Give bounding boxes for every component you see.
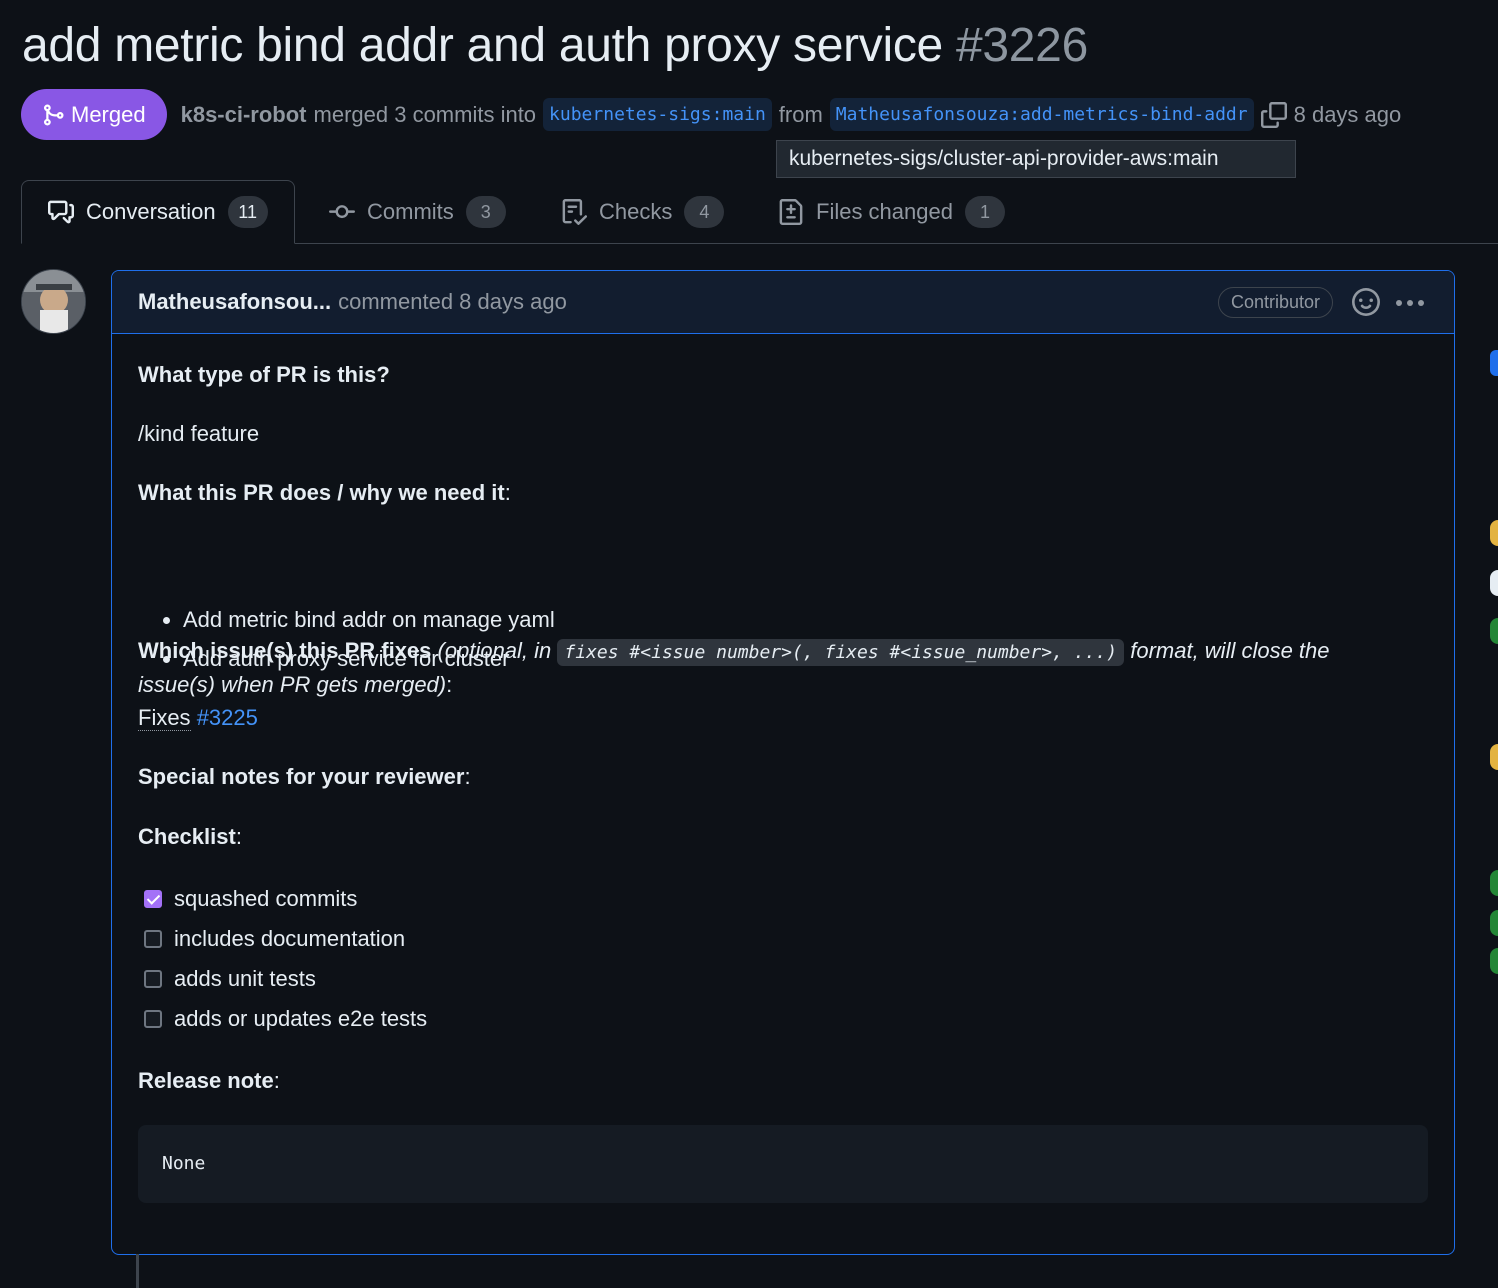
task-item: adds unit tests bbox=[144, 962, 316, 996]
pr-tabs: Conversation 11 Commits 3 Checks 4 Files… bbox=[21, 180, 1498, 244]
merge-description: merged 3 commits into bbox=[313, 101, 537, 127]
base-branch[interactable]: kubernetes-sigs:main bbox=[543, 98, 772, 131]
comment-header: Matheusafonsou... commented 8 days ago C… bbox=[112, 271, 1454, 334]
sidebar-edge-label bbox=[1490, 948, 1498, 974]
tab-checks-label: Checks bbox=[599, 199, 673, 224]
merge-time: 8 days ago bbox=[1293, 101, 1402, 127]
fixes-note-b: format, will close the bbox=[1130, 638, 1330, 663]
kind-text: /kind feature bbox=[138, 421, 260, 446]
tab-commits-label: Commits bbox=[367, 199, 454, 224]
tab-files-changed-count: 1 bbox=[964, 196, 1005, 228]
heading-notes-text: Special notes for your reviewer bbox=[138, 764, 465, 789]
git-merge-icon bbox=[44, 104, 64, 125]
tab-checks-count: 4 bbox=[684, 196, 725, 228]
heading-does-colon: : bbox=[504, 480, 511, 505]
pr-number: #3226 bbox=[956, 19, 1088, 72]
sidebar-edge-marker bbox=[1490, 350, 1498, 376]
branch-tooltip: kubernetes-sigs/cluster-api-provider-aws… bbox=[776, 140, 1296, 178]
tab-checks[interactable]: Checks 4 bbox=[561, 180, 725, 244]
comment-author[interactable]: Matheusafonsou... bbox=[138, 289, 331, 315]
heading-release-colon: : bbox=[273, 1068, 280, 1093]
kebab-horizontal-icon[interactable] bbox=[1396, 300, 1424, 306]
task-item: squashed commits bbox=[144, 882, 357, 916]
comment-box: Matheusafonsou... commented 8 days ago C… bbox=[111, 270, 1455, 1255]
pr-meta: Merged k8s-ci-robot merged 3 commits int… bbox=[21, 89, 1401, 140]
timeline-line bbox=[136, 1254, 139, 1288]
heading-checklist-text: Checklist bbox=[138, 824, 236, 849]
task-checkbox-checked[interactable] bbox=[144, 890, 162, 908]
contributor-badge: Contributor bbox=[1217, 287, 1333, 318]
tab-conversation-label: Conversation bbox=[86, 199, 216, 224]
task-checkbox[interactable] bbox=[144, 930, 162, 948]
heading-release-text: Release note bbox=[138, 1068, 274, 1093]
release-note-block: None bbox=[138, 1125, 1428, 1203]
fixes-note-c: issue(s) when PR gets merged) bbox=[138, 672, 447, 697]
heading-does-text: What this PR does / why we need it bbox=[138, 480, 505, 505]
fixes-line: Which issue(s) this PR fixes (optional, … bbox=[138, 634, 1330, 670]
heading-checklist: Checklist: bbox=[138, 820, 242, 854]
task-item: includes documentation bbox=[144, 922, 405, 956]
heading-type: What type of PR is this? bbox=[138, 362, 390, 387]
issue-link[interactable]: #3225 bbox=[197, 705, 258, 730]
copy-icon[interactable] bbox=[1260, 101, 1287, 128]
task-item: adds or updates e2e tests bbox=[144, 1002, 427, 1036]
smiley-icon[interactable] bbox=[1352, 288, 1380, 316]
heading-notes: Special notes for your reviewer: bbox=[138, 760, 471, 794]
pr-title: add metric bind addr and auth proxy serv… bbox=[22, 14, 1088, 78]
fixes-code: fixes #<issue number>(, fixes #<issue_nu… bbox=[557, 639, 1125, 666]
tab-commits-count: 3 bbox=[465, 196, 506, 228]
task-label: squashed commits bbox=[174, 886, 358, 911]
head-branch[interactable]: Matheusafonsouza:add-metrics-bind-addr bbox=[829, 98, 1254, 131]
tab-conversation-count: 11 bbox=[227, 196, 268, 228]
sidebar-edge-avatar bbox=[1490, 618, 1498, 644]
task-checkbox[interactable] bbox=[144, 970, 162, 988]
pr-title-text: add metric bind addr and auth proxy serv… bbox=[22, 19, 943, 72]
merger-link[interactable]: k8s-ci-robot bbox=[181, 102, 307, 128]
sidebar-edge-avatar bbox=[1490, 744, 1498, 770]
file-diff-icon bbox=[779, 199, 803, 225]
heading-notes-colon: : bbox=[464, 764, 471, 789]
from-label: from bbox=[778, 101, 823, 127]
task-checkbox[interactable] bbox=[144, 1010, 162, 1028]
tab-conversation[interactable]: Conversation 11 bbox=[21, 180, 295, 244]
fixes-ref: Fixes #3225 bbox=[138, 701, 258, 735]
heading-does: What this PR does / why we need it: bbox=[138, 476, 511, 510]
comment-timestamp[interactable]: commented 8 days ago bbox=[338, 289, 567, 315]
fixes-line-2: issue(s) when PR gets merged): bbox=[138, 668, 452, 702]
fixes-note-colon: : bbox=[446, 672, 453, 697]
fixes-label: Fixes bbox=[138, 705, 191, 731]
tab-files-changed[interactable]: Files changed 1 bbox=[778, 180, 1005, 244]
task-label: adds unit tests bbox=[174, 966, 316, 991]
sidebar-edge-avatar bbox=[1490, 520, 1498, 546]
heading-fixes: Which issue(s) this PR fixes bbox=[138, 638, 432, 663]
fixes-note-a: (optional, in bbox=[437, 638, 552, 663]
git-commit-icon bbox=[329, 205, 355, 219]
sidebar-edge-label bbox=[1490, 910, 1498, 936]
avatar-image bbox=[22, 270, 85, 333]
heading-release: Release note: bbox=[138, 1064, 280, 1098]
task-label: adds or updates e2e tests bbox=[174, 1006, 428, 1031]
tab-files-changed-label: Files changed bbox=[816, 199, 953, 224]
heading-checklist-colon: : bbox=[235, 824, 242, 849]
sidebar-edge-label bbox=[1490, 870, 1498, 896]
avatar[interactable] bbox=[21, 269, 86, 334]
sidebar-edge-avatar bbox=[1490, 570, 1498, 596]
checklist-icon bbox=[562, 199, 587, 225]
merged-status-label: Merged bbox=[71, 101, 146, 127]
merged-status-badge: Merged bbox=[21, 89, 167, 140]
comment-discussion-icon bbox=[48, 200, 74, 224]
task-label: includes documentation bbox=[174, 926, 406, 951]
tab-commits[interactable]: Commits 3 bbox=[329, 180, 506, 244]
